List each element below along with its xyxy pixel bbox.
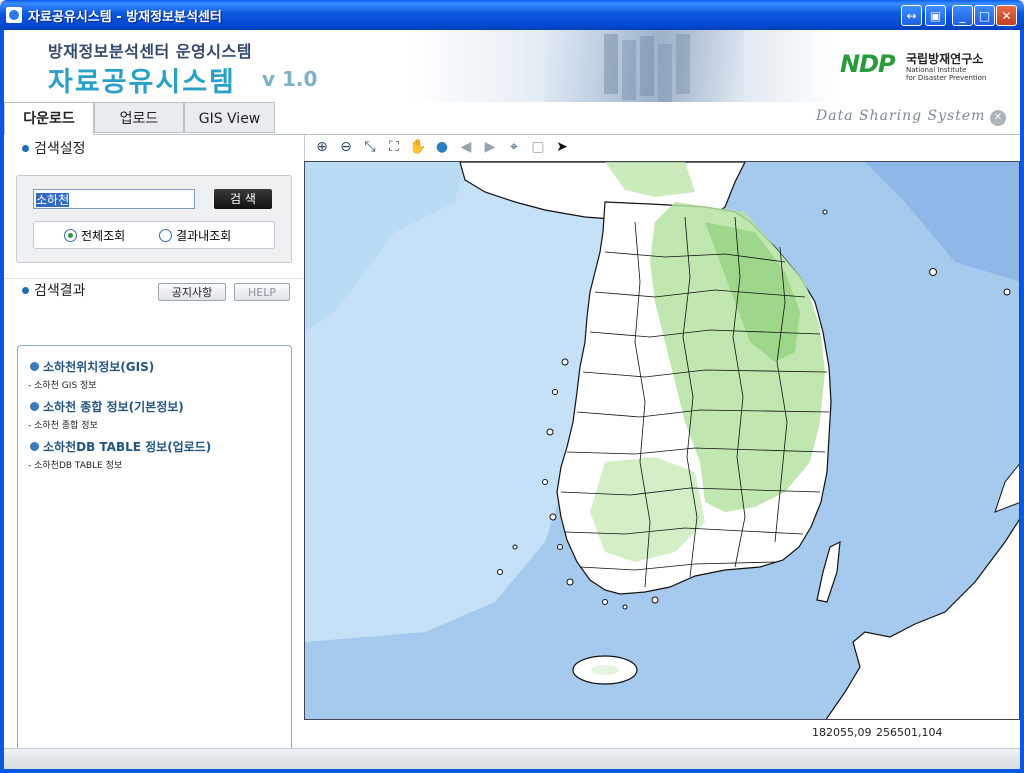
banner-books-image [544, 30, 744, 102]
result-title: 소하천DB TABLE 정보(업로드) [30, 438, 211, 455]
zoom-out-icon[interactable]: ⊖ [337, 138, 355, 156]
banner-title: 자료공유시스템 [48, 67, 236, 98]
search-settings-header: 검색설정 [4, 137, 304, 161]
close-button[interactable]: ✕ [996, 5, 1017, 26]
search-box: 소하천 검 색 전체조회 결과내조회 [16, 175, 292, 263]
map-toolbar: ⊕ ⊖ ⤡ ⛶ ✋ ● ◀ ▶ ⌖ ▢ ➤ [309, 135, 1020, 161]
result-title: 소하천위치정보(GIS) [30, 358, 154, 375]
banner-subtitle: 방재정보분석센터 운영시스템 [48, 42, 252, 61]
status-bar [4, 748, 1020, 769]
result-item-info[interactable]: 소하천 종합 정보(기본정보) - 소하천 종합 정보 [28, 398, 184, 431]
tab-download[interactable]: 다운로드 [4, 102, 94, 135]
org-name-english-2: for Disaster Prevention [906, 74, 987, 82]
ndp-logo: NDP [840, 50, 896, 78]
coordinate-bar: 182055,09 256501,104 [304, 720, 1020, 748]
radio-all-search[interactable]: 전체조회 [64, 227, 125, 244]
pointer-icon[interactable]: ➤ [553, 138, 571, 156]
results-list: 소하천위치정보(GIS) - 소하천 GIS 정보 소하천 종합 정보(기본정보… [17, 345, 292, 765]
bullet-icon [30, 402, 39, 411]
radio-all-search-label: 전체조회 [81, 229, 126, 243]
clear-icon[interactable]: ▢ [529, 138, 547, 156]
result-subtitle: - 소하천 종합 정보 [28, 421, 98, 431]
tab-upload[interactable]: 업로드 [94, 102, 184, 133]
radio-within-results-label: 결과내조회 [176, 229, 232, 243]
brand-tagline: Data Sharing System [816, 108, 986, 124]
bullet-icon [22, 145, 29, 152]
map-svg [305, 162, 1019, 719]
close-icon[interactable]: ✕ [990, 110, 1006, 126]
banner-version: v 1.0 [262, 67, 318, 91]
zoom-extent-icon[interactable]: ⤡ [361, 138, 379, 156]
window-alt-button[interactable]: ▣ [925, 5, 946, 26]
result-item-db[interactable]: 소하천DB TABLE 정보(업로드) - 소하천DB TABLE 정보 [28, 438, 211, 471]
title-bar[interactable]: 자료공유시스템 - 방재정보분석센터 ↔ ▣ _ □ ✕ [0, 0, 1024, 30]
minimize-button[interactable]: _ [952, 5, 973, 26]
radio-within-results[interactable]: 결과내조회 [159, 227, 231, 244]
result-title-text: 소하천DB TABLE 정보(업로드) [43, 440, 212, 454]
result-subtitle: - 소하천DB TABLE 정보 [28, 461, 123, 471]
search-button[interactable]: 검 색 [214, 189, 272, 209]
notice-button[interactable]: 공지사항 [158, 283, 226, 301]
app-window: 자료공유시스템 - 방재정보분석센터 ↔ ▣ _ □ ✕ 방재정보분석센터 운영… [0, 0, 1024, 773]
identify-icon[interactable]: ⌖ [505, 138, 523, 156]
client-area: 방재정보분석센터 운영시스템 자료공유시스템 v 1.0 NDP 국립방재연구소… [4, 30, 1020, 769]
coord-y: 256501,104 [876, 726, 943, 739]
coord-x: 182055,09 [812, 726, 872, 739]
radio-unselected-icon [159, 229, 172, 242]
result-title-text: 소하천위치정보(GIS) [43, 360, 155, 374]
tab-gis-view[interactable]: GIS View [184, 102, 275, 133]
zoom-in-icon[interactable]: ⊕ [313, 138, 331, 156]
globe-icon[interactable]: ● [433, 138, 451, 156]
full-extent-icon[interactable]: ⛶ [385, 138, 403, 156]
map-canvas[interactable] [304, 161, 1020, 720]
header-banner: 방재정보분석센터 운영시스템 자료공유시스템 v 1.0 NDP 국립방재연구소… [4, 30, 1020, 103]
pan-hand-icon[interactable]: ✋ [409, 138, 427, 156]
left-panel: 검색설정 소하천 검 색 전체조회 결과내조회 검색결과 공지사항 HELP 소… [4, 135, 304, 765]
result-subtitle: - 소하천 GIS 정보 [28, 381, 97, 391]
help-button[interactable]: HELP [234, 283, 290, 301]
forward-arrow-icon[interactable]: ▶ [481, 138, 499, 156]
back-arrow-icon[interactable]: ◀ [457, 138, 475, 156]
result-item-gis[interactable]: 소하천위치정보(GIS) - 소하천 GIS 정보 [28, 358, 154, 391]
bullet-icon [30, 442, 39, 451]
search-settings-title: 검색설정 [34, 141, 86, 157]
maximize-button[interactable]: □ [974, 5, 995, 26]
org-name-korean: 국립방재연구소 [906, 52, 984, 66]
search-results-title: 검색결과 [34, 283, 86, 299]
frame-right [1020, 30, 1024, 773]
org-name-english-1: National Institute [906, 66, 967, 74]
result-title: 소하천 종합 정보(기본정보) [30, 398, 184, 415]
bullet-icon [30, 362, 39, 371]
search-input[interactable]: 소하천 [33, 189, 195, 209]
radio-selected-icon [64, 229, 77, 242]
result-title-text: 소하천 종합 정보(기본정보) [43, 400, 184, 414]
app-icon [6, 7, 22, 23]
bullet-icon [22, 287, 29, 294]
search-input-value: 소하천 [36, 193, 70, 207]
frame-bottom [0, 769, 1024, 773]
search-scope-options: 전체조회 결과내조회 [33, 221, 275, 249]
window-title: 자료공유시스템 - 방재정보분석센터 [28, 10, 222, 25]
restore-alt-button[interactable]: ↔ [901, 5, 922, 26]
